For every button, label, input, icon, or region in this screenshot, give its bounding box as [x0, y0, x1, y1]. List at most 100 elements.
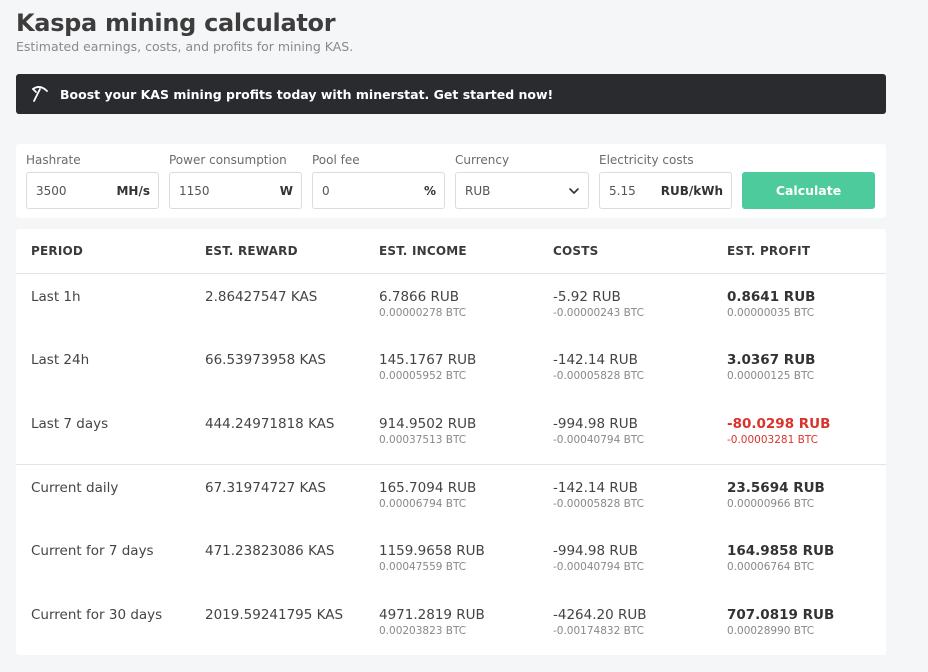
power-input[interactable]	[179, 183, 280, 198]
profit-cell: 0.8641 RUB 0.00000035 BTC	[727, 289, 815, 320]
header-period: PERIOD	[31, 244, 84, 258]
costs-text: -4264.20 RUB	[553, 607, 647, 623]
pool-fee-input[interactable]	[322, 183, 424, 198]
period-text: Current for 7 days	[31, 543, 154, 559]
reward-cell: 66.53973958 KAS	[205, 352, 326, 369]
electricity-label: Electricity costs	[599, 153, 694, 167]
income-text: 165.7094 RUB	[379, 480, 477, 496]
table-row: Current for 30 days 2019.59241795 KAS 4971…	[16, 592, 886, 655]
income-btc: 0.00000278 BTC	[379, 307, 467, 319]
period-text: Current daily	[31, 480, 119, 496]
income-cell: 6.7866 RUB 0.00000278 BTC	[379, 289, 466, 320]
costs-cell: -994.98 RUB -0.00040794 BTC	[553, 543, 644, 574]
power-box: W	[169, 172, 302, 209]
page-title: Kaspa mining calculator	[16, 9, 336, 37]
costs-cell: -994.98 RUB -0.00040794 BTC	[553, 416, 644, 447]
costs-btc: -0.00040794 BTC	[553, 561, 644, 573]
electricity-box: RUB/kWh	[599, 172, 732, 209]
reward-text: 444.24971818 KAS	[205, 416, 335, 432]
reward-cell: 444.24971818 KAS	[205, 416, 334, 433]
pool-fee-field: Pool fee %	[312, 152, 445, 209]
currency-label: Currency	[455, 153, 510, 167]
electricity-field: Electricity costs RUB/kWh	[599, 152, 732, 209]
hashrate-field: Hashrate MH/s	[26, 152, 159, 209]
profit-btc: 0.00000966 BTC	[727, 498, 815, 510]
pool-fee-label: Pool fee	[312, 153, 360, 167]
costs-btc: -0.00174832 BTC	[553, 625, 644, 637]
income-cell: 1159.9658 RUB 0.00047559 BTC	[379, 543, 485, 574]
income-text: 145.1767 RUB	[379, 352, 477, 368]
hashrate-unit: MH/s	[116, 183, 150, 198]
costs-cell: -5.92 RUB -0.00000243 BTC	[553, 289, 644, 320]
currency-value: RUB	[465, 183, 491, 198]
table-row: Last 7 days 444.24971818 KAS 914.9502 RUB 0…	[16, 401, 886, 464]
income-btc: 0.00203823 BTC	[379, 625, 467, 637]
income-btc: 0.00037513 BTC	[379, 434, 467, 446]
income-text: 1159.9658 RUB	[379, 543, 485, 559]
currency-select[interactable]: RUB	[455, 172, 589, 209]
calculate-button[interactable]: Calculate	[742, 172, 875, 209]
promo-banner[interactable]: Boost your KAS mining profits today with…	[16, 74, 886, 114]
income-btc: 0.00006794 BTC	[379, 498, 467, 510]
pickaxe-icon	[30, 84, 50, 104]
period-text: Last 1h	[31, 289, 81, 305]
costs-btc: -0.00005828 BTC	[553, 370, 644, 382]
costs-btc: -0.00005828 BTC	[553, 498, 644, 510]
table-header: PERIOD EST. REWARD EST. INCOME COSTS EST…	[16, 229, 886, 274]
costs-btc: -0.00040794 BTC	[553, 434, 644, 446]
period-cell: Current daily	[31, 480, 118, 497]
profit-btc: -0.00003281 BTC	[727, 434, 818, 446]
period-cell: Last 7 days	[31, 416, 108, 433]
reward-text: 2019.59241795 KAS	[205, 607, 344, 623]
profit-cell: -80.0298 RUB -0.00003281 BTC	[727, 416, 830, 447]
results-table: PERIOD EST. REWARD EST. INCOME COSTS EST…	[16, 229, 886, 655]
electricity-input[interactable]	[609, 183, 659, 198]
profit-text: 164.9858 RUB	[727, 543, 835, 559]
table-row: Last 1h 2.86427547 KAS 6.7866 RUB 0.0000027…	[16, 274, 886, 337]
period-text: Last 7 days	[31, 416, 109, 432]
hashrate-input[interactable]	[36, 183, 117, 198]
profit-btc: 0.00028990 BTC	[727, 625, 815, 637]
table-row: Current for 7 days 471.23823086 KAS 1159.9…	[16, 528, 886, 591]
table-row: Current daily 67.31974727 KAS 165.7094 RUB…	[16, 465, 886, 528]
reward-cell: 2.86427547 KAS	[205, 289, 317, 306]
income-btc: 0.00047559 BTC	[379, 561, 467, 573]
period-cell: Last 24h	[31, 352, 89, 369]
profit-cell: 3.0367 RUB 0.00000125 BTC	[727, 352, 815, 383]
hashrate-label: Hashrate	[26, 153, 81, 167]
income-cell: 145.1767 RUB 0.00005952 BTC	[379, 352, 476, 383]
power-field: Power consumption W	[169, 152, 302, 209]
profit-text: 3.0367 RUB	[727, 352, 816, 368]
costs-text: -5.92 RUB	[553, 289, 621, 305]
reward-cell: 2019.59241795 KAS	[205, 607, 343, 624]
profit-btc: 0.00006764 BTC	[727, 561, 815, 573]
income-text: 6.7866 RUB	[379, 289, 460, 305]
banner-text: Boost your KAS mining profits today with…	[60, 86, 554, 102]
period-text: Current for 30 days	[31, 607, 163, 623]
hashrate-box: MH/s	[26, 172, 159, 209]
income-cell: 165.7094 RUB 0.00006794 BTC	[379, 480, 476, 511]
section-divider	[16, 464, 886, 465]
power-label: Power consumption	[169, 153, 287, 167]
period-cell: Last 1h	[31, 289, 81, 306]
income-text: 914.9502 RUB	[379, 416, 477, 432]
header-costs: COSTS	[553, 244, 599, 258]
period-cell: Current for 7 days	[31, 543, 154, 560]
income-cell: 914.9502 RUB 0.00037513 BTC	[379, 416, 476, 447]
period-cell: Current for 30 days	[31, 607, 162, 624]
chevron-down-icon	[568, 185, 580, 197]
electricity-unit: RUB/kWh	[660, 183, 723, 198]
reward-text: 2.86427547 KAS	[205, 289, 318, 305]
header-reward: EST. REWARD	[205, 244, 298, 258]
costs-text: -994.98 RUB	[553, 543, 638, 559]
reward-text: 66.53973958 KAS	[205, 352, 326, 368]
reward-cell: 67.31974727 KAS	[205, 480, 326, 497]
pool-fee-box: %	[312, 172, 445, 209]
costs-cell: -4264.20 RUB -0.00174832 BTC	[553, 607, 647, 638]
profit-btc: 0.00000125 BTC	[727, 370, 815, 382]
currency-field: Currency RUB	[455, 152, 589, 209]
costs-text: -994.98 RUB	[553, 416, 638, 432]
reward-cell: 471.23823086 KAS	[205, 543, 334, 560]
profit-cell: 164.9858 RUB 0.00006764 BTC	[727, 543, 834, 574]
page-subtitle: Estimated earnings, costs, and profits f…	[16, 39, 354, 54]
